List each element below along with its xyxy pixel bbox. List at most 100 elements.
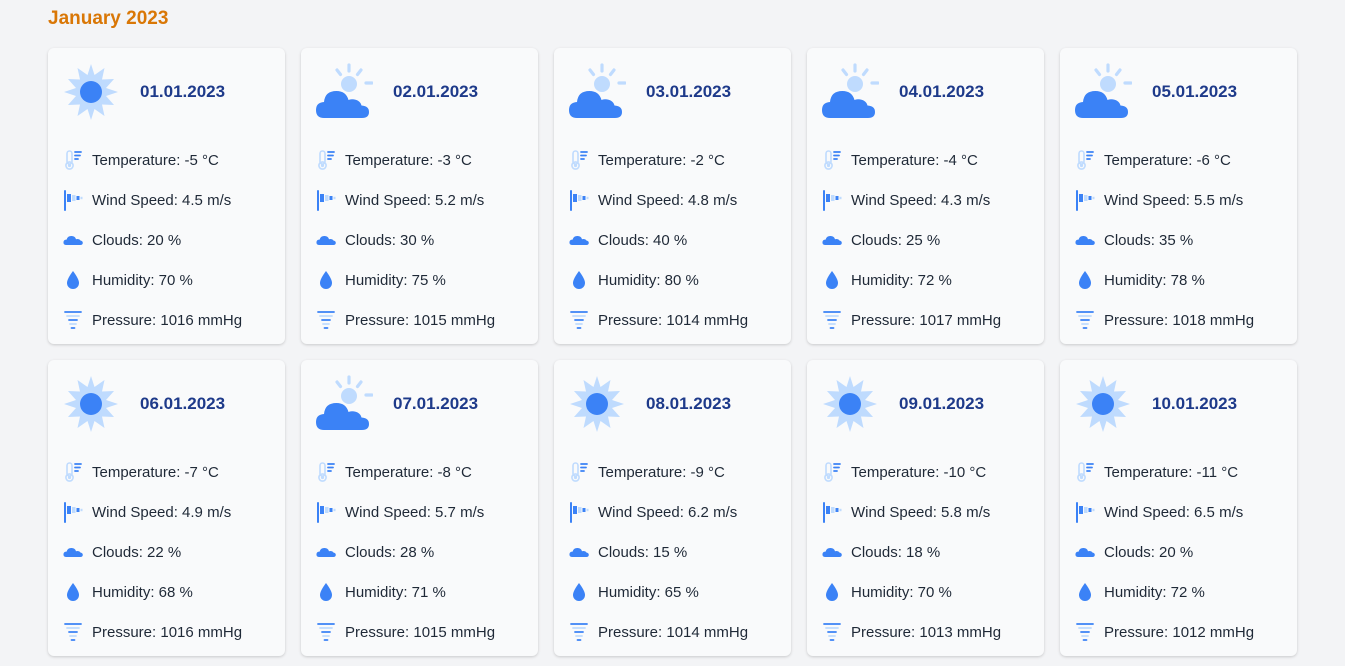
windsock-icon bbox=[821, 501, 843, 523]
clouds-value: Clouds: 20 % bbox=[92, 231, 182, 249]
cloud-icon bbox=[1074, 541, 1096, 563]
pressure-value: Pressure: 1015 mmHg bbox=[345, 311, 496, 329]
day-card-7: 07.01.2023 Temperature: -8 °C Wind Speed… bbox=[301, 360, 538, 656]
day-card-5: 05.01.2023 Temperature: -6 °C Wind Speed… bbox=[1060, 48, 1297, 344]
clouds-row: Clouds: 20 % bbox=[1074, 532, 1283, 572]
clouds-value: Clouds: 15 % bbox=[598, 543, 688, 561]
card-header: 03.01.2023 bbox=[568, 62, 777, 122]
temperature-value: Temperature: -4 °C bbox=[851, 151, 978, 169]
clouds-value: Clouds: 40 % bbox=[598, 231, 688, 249]
wind-row: Wind Speed: 6.5 m/s bbox=[1074, 492, 1283, 532]
temperature-value: Temperature: -5 °C bbox=[92, 151, 219, 169]
temperature-value: Temperature: -3 °C bbox=[345, 151, 472, 169]
day-date: 04.01.2023 bbox=[899, 82, 985, 101]
card-header: 10.01.2023 bbox=[1074, 374, 1283, 434]
humidity-value: Humidity: 78 % bbox=[1104, 271, 1205, 289]
pressure-row: Pressure: 1016 mmHg bbox=[62, 300, 271, 340]
pressure-row: Pressure: 1014 mmHg bbox=[568, 300, 777, 340]
temperature-row: Temperature: -6 °C bbox=[1074, 140, 1283, 180]
pressure-row: Pressure: 1012 mmHg bbox=[1074, 612, 1283, 652]
pressure-icon bbox=[1074, 309, 1096, 331]
thermometer-icon bbox=[821, 149, 843, 171]
thermometer-icon bbox=[315, 149, 337, 171]
cloud-icon bbox=[1074, 229, 1096, 251]
card-header: 07.01.2023 bbox=[315, 374, 524, 434]
partly-cloudy-icon bbox=[315, 375, 373, 433]
windsock-icon bbox=[568, 501, 590, 523]
windsock-icon bbox=[568, 189, 590, 211]
day-date: 01.01.2023 bbox=[140, 82, 226, 101]
temperature-value: Temperature: -8 °C bbox=[345, 463, 472, 481]
clouds-row: Clouds: 30 % bbox=[315, 220, 524, 260]
metrics-list: Temperature: -3 °C Wind Speed: 5.2 m/s C… bbox=[315, 140, 524, 340]
metrics-list: Temperature: -5 °C Wind Speed: 4.5 m/s C… bbox=[62, 140, 271, 340]
humidity-value: Humidity: 75 % bbox=[345, 271, 446, 289]
day-card-8: 08.01.2023 Temperature: -9 °C Wind Speed… bbox=[554, 360, 791, 656]
temperature-row: Temperature: -10 °C bbox=[821, 452, 1030, 492]
clouds-row: Clouds: 40 % bbox=[568, 220, 777, 260]
wind-speed-value: Wind Speed: 5.2 m/s bbox=[345, 191, 485, 209]
droplet-icon bbox=[821, 269, 843, 291]
thermometer-icon bbox=[315, 461, 337, 483]
pressure-value: Pressure: 1018 mmHg bbox=[1104, 311, 1255, 329]
pressure-row: Pressure: 1015 mmHg bbox=[315, 612, 524, 652]
humidity-row: Humidity: 78 % bbox=[1074, 260, 1283, 300]
metrics-list: Temperature: -8 °C Wind Speed: 5.7 m/s C… bbox=[315, 452, 524, 652]
partly-cloudy-icon bbox=[568, 63, 626, 121]
cloud-icon bbox=[315, 229, 337, 251]
metrics-list: Temperature: -10 °C Wind Speed: 5.8 m/s bbox=[821, 452, 1030, 652]
partly-cloudy-icon bbox=[315, 63, 373, 121]
wind-row: Wind Speed: 5.7 m/s bbox=[315, 492, 524, 532]
humidity-value: Humidity: 80 % bbox=[598, 271, 699, 289]
wind-row: Wind Speed: 6.2 m/s bbox=[568, 492, 777, 532]
metrics-list: Temperature: -9 °C Wind Speed: 6.2 m/s C… bbox=[568, 452, 777, 652]
clouds-value: Clouds: 35 % bbox=[1104, 231, 1194, 249]
humidity-row: Humidity: 70 % bbox=[62, 260, 271, 300]
temperature-value: Temperature: -6 °C bbox=[1104, 151, 1231, 169]
temperature-value: Temperature: -11 °C bbox=[1104, 463, 1239, 481]
clouds-value: Clouds: 25 % bbox=[851, 231, 941, 249]
clouds-row: Clouds: 22 % bbox=[62, 532, 271, 572]
temperature-row: Temperature: -2 °C bbox=[568, 140, 777, 180]
pressure-icon bbox=[62, 309, 84, 331]
humidity-value: Humidity: 68 % bbox=[92, 583, 193, 601]
pressure-icon bbox=[568, 309, 590, 331]
pressure-row: Pressure: 1017 mmHg bbox=[821, 300, 1030, 340]
cloud-icon bbox=[821, 229, 843, 251]
thermometer-icon bbox=[568, 149, 590, 171]
metrics-list: Temperature: -7 °C Wind Speed: 4.9 m/s C… bbox=[62, 452, 271, 652]
metrics-list: Temperature: -4 °C Wind Speed: 4.3 m/s C… bbox=[821, 140, 1030, 340]
pressure-row: Pressure: 1014 mmHg bbox=[568, 612, 777, 652]
day-card-10: 10.01.2023 Temperature: -11 °C Wind Spee… bbox=[1060, 360, 1297, 656]
day-card-1: 01.01.2023 Temperature: -5 °C Wind Speed… bbox=[48, 48, 285, 344]
humidity-value: Humidity: 70 % bbox=[851, 583, 952, 601]
wind-row: Wind Speed: 5.2 m/s bbox=[315, 180, 524, 220]
windsock-icon bbox=[1074, 189, 1096, 211]
temperature-row: Temperature: -7 °C bbox=[62, 452, 271, 492]
forecast-grid: 01.01.2023 Temperature: -5 °C Wind Speed… bbox=[48, 48, 1297, 656]
day-card-2: 02.01.2023 Temperature: -3 °C Wind Speed… bbox=[301, 48, 538, 344]
droplet-icon bbox=[315, 581, 337, 603]
cloud-icon bbox=[568, 229, 590, 251]
thermometer-icon bbox=[568, 461, 590, 483]
droplet-icon bbox=[821, 581, 843, 603]
humidity-row: Humidity: 68 % bbox=[62, 572, 271, 612]
pressure-icon bbox=[315, 309, 337, 331]
windsock-icon bbox=[315, 501, 337, 523]
pressure-icon bbox=[821, 309, 843, 331]
sun-icon bbox=[821, 375, 879, 433]
wind-speed-value: Wind Speed: 6.5 m/s bbox=[1104, 503, 1244, 521]
humidity-value: Humidity: 72 % bbox=[1104, 583, 1205, 601]
wind-speed-value: Wind Speed: 5.5 m/s bbox=[1104, 191, 1244, 209]
day-card-6: 06.01.2023 Temperature: -7 °C Wind Speed… bbox=[48, 360, 285, 656]
pressure-value: Pressure: 1017 mmHg bbox=[851, 311, 1002, 329]
card-header: 01.01.2023 bbox=[62, 62, 271, 122]
wind-speed-value: Wind Speed: 5.7 m/s bbox=[345, 503, 485, 521]
wind-speed-value: Wind Speed: 4.3 m/s bbox=[851, 191, 991, 209]
windsock-icon bbox=[315, 189, 337, 211]
thermometer-icon bbox=[62, 149, 84, 171]
day-card-4: 04.01.2023 Temperature: -4 °C Wind Speed… bbox=[807, 48, 1044, 344]
humidity-row: Humidity: 72 % bbox=[821, 260, 1030, 300]
droplet-icon bbox=[1074, 581, 1096, 603]
cloud-icon bbox=[62, 229, 84, 251]
